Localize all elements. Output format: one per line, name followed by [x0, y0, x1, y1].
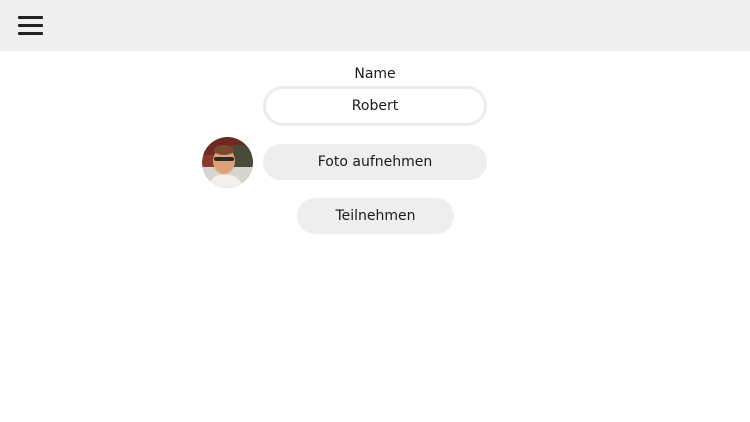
avatar — [202, 137, 253, 188]
name-label: Name — [354, 66, 396, 82]
menu-line — [18, 16, 43, 19]
hamburger-menu-icon[interactable] — [14, 11, 48, 41]
user-photo-avatar — [202, 137, 253, 188]
top-bar — [0, 0, 750, 51]
menu-line — [18, 32, 43, 35]
join-button[interactable]: Teilnehmen — [297, 198, 454, 234]
menu-line — [18, 24, 43, 27]
name-input[interactable] — [263, 86, 487, 126]
take-photo-button[interactable]: Foto aufnehmen — [263, 144, 487, 180]
